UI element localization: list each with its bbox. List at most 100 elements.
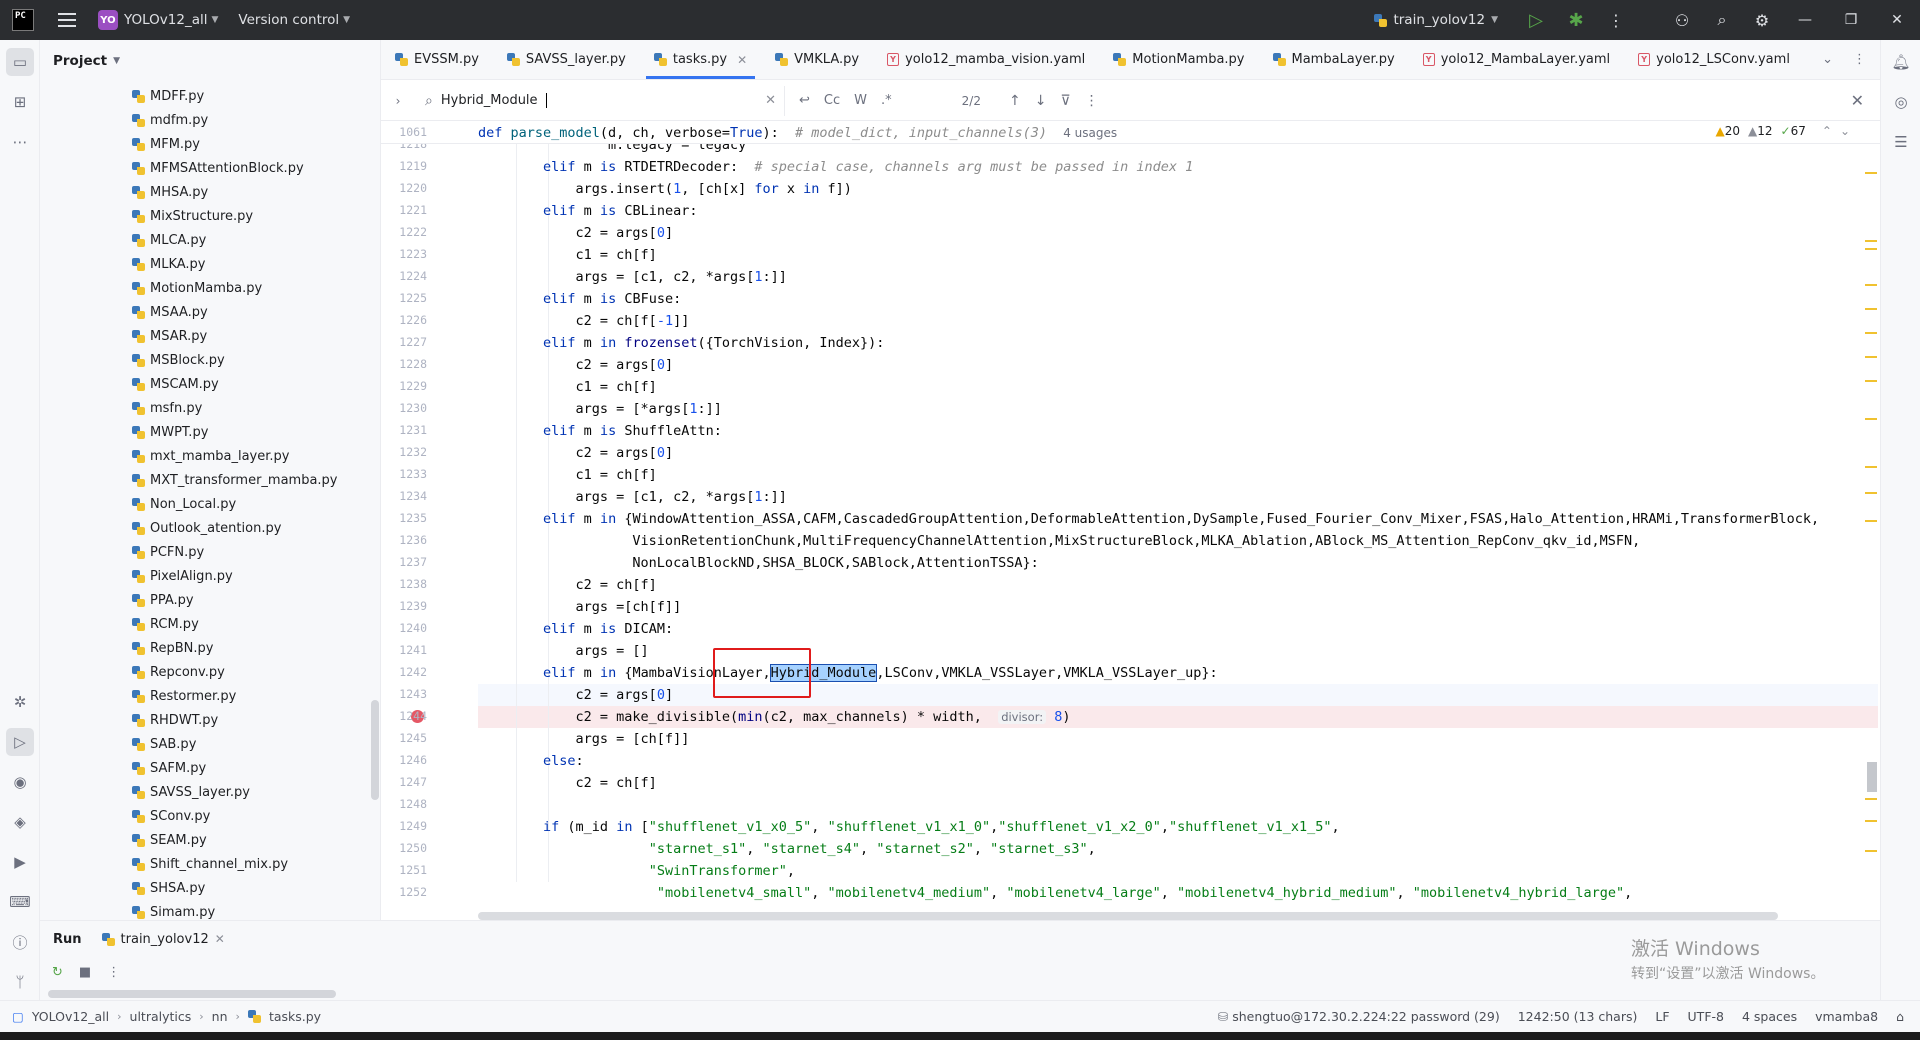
editor-tab[interactable]: VMKLA.py	[761, 40, 873, 79]
editor-tab[interactable]: Yyolo12_MambaLayer.yaml	[1409, 40, 1624, 79]
chevron-down-icon[interactable]: ⌄	[1840, 124, 1850, 138]
editor-tab[interactable]: tasks.py ✕	[640, 40, 761, 79]
error-stripe-mark[interactable]	[1865, 284, 1877, 286]
run-tab[interactable]: train_yolov12 ✕	[101, 932, 225, 947]
file-tree-item[interactable]: RHDWT.py	[40, 708, 370, 732]
error-stripe-mark[interactable]	[1865, 332, 1877, 334]
project-folder-icon[interactable]: ▭	[6, 48, 34, 76]
code-line[interactable]: c1 = ch[f]	[478, 376, 657, 398]
file-tree-item[interactable]: MXT_transformer_mamba.py	[40, 468, 370, 492]
code-line[interactable]: args = [*args[1:]]	[478, 398, 722, 420]
code-line[interactable]: args = []	[478, 640, 649, 662]
code-line[interactable]: elif m in frozenset({TorchVision, Index}…	[478, 332, 884, 354]
file-tree-item[interactable]: SAVSS_layer.py	[40, 780, 370, 804]
indent-setting[interactable]: 4 spaces	[1742, 1009, 1797, 1024]
code-line[interactable]: c2 = args[0]	[478, 442, 674, 464]
code-line[interactable]: elif m is CBFuse:	[478, 288, 681, 310]
regex-toggle[interactable]: .*	[881, 93, 892, 108]
code-line[interactable]: elif m is ShuffleAttn:	[478, 420, 722, 442]
terminal-icon[interactable]: ⌨	[6, 888, 34, 916]
breadcrumb-item[interactable]: YOLOv12_all	[32, 1009, 109, 1024]
file-tree-item[interactable]: Simam.py	[40, 900, 370, 920]
error-stripe-mark[interactable]	[1865, 248, 1877, 250]
run-panel-icon[interactable]: ▷	[6, 728, 34, 756]
file-tree-item[interactable]: MSBlock.py	[40, 348, 370, 372]
file-tree-item[interactable]: SConv.py	[40, 804, 370, 828]
code-line[interactable]: "mobilenetv4_small", "mobilenetv4_medium…	[478, 882, 1632, 904]
file-tree-item[interactable]: MFMSAttentionBlock.py	[40, 156, 370, 180]
file-tree-item[interactable]: MSAA.py	[40, 300, 370, 324]
services-icon[interactable]: ▶	[6, 848, 34, 876]
file-tree-item[interactable]: Shift_channel_mix.py	[40, 852, 370, 876]
code-line[interactable]: c1 = ch[f]	[478, 244, 657, 266]
code-line[interactable]: c2 = args[0]	[478, 222, 674, 244]
project-panel-header[interactable]: Project ▼	[40, 40, 380, 82]
chevron-up-icon[interactable]: ⌃	[1822, 124, 1832, 138]
code-line[interactable]: "starnet_s1", "starnet_s4", "starnet_s2"…	[478, 838, 1096, 860]
project-switcher[interactable]: YOLOv12_all ▼	[124, 12, 218, 28]
error-stripe-mark[interactable]	[1865, 172, 1877, 174]
code-line[interactable]: args = [c1, c2, *args[1:]]	[478, 486, 787, 508]
editor-tab[interactable]: Yyolo12_mamba_vision.yaml	[873, 40, 1099, 79]
file-tree-item[interactable]: Outlook_atention.py	[40, 516, 370, 540]
breadcrumb-item[interactable]: tasks.py	[269, 1009, 321, 1024]
close-window-button[interactable]: ✕	[1874, 0, 1920, 40]
file-tree-item[interactable]: MWPT.py	[40, 420, 370, 444]
run-panel-scrollbar[interactable]	[48, 990, 336, 998]
file-tree-item[interactable]: MFM.py	[40, 132, 370, 156]
file-tree-item[interactable]: PPA.py	[40, 588, 370, 612]
search-input[interactable]: Hybrid_Module	[441, 93, 538, 108]
version-control-menu[interactable]: Version control ▼	[238, 12, 350, 28]
file-tree-item[interactable]: MotionMamba.py	[40, 276, 370, 300]
search-history-icon[interactable]: ⌕	[425, 93, 433, 109]
file-tree-item[interactable]: SHSA.py	[40, 876, 370, 900]
main-menu-icon[interactable]	[58, 13, 76, 27]
code-line[interactable]: VisionRetentionChunk,MultiFrequencyChann…	[478, 530, 1640, 552]
stop-icon[interactable]: ■	[79, 965, 91, 980]
code-line[interactable]: args.insert(1, [ch[x] for x in f])	[478, 178, 852, 200]
error-stripe-mark[interactable]	[1865, 240, 1877, 242]
error-stripe-mark[interactable]	[1865, 520, 1877, 522]
code-line[interactable]: elif m in {MambaVisionLayer,Hybrid_Modul…	[478, 662, 1218, 684]
search-icon[interactable]: ⌕	[1702, 0, 1742, 40]
restore-button[interactable]: ❐	[1828, 0, 1874, 40]
file-tree-item[interactable]: Non_Local.py	[40, 492, 370, 516]
close-icon[interactable]: ✕	[215, 932, 225, 946]
error-stripe-mark[interactable]	[1865, 380, 1877, 382]
minimize-button[interactable]: —	[1782, 0, 1828, 40]
file-tree-item[interactable]: SAB.py	[40, 732, 370, 756]
database-icon[interactable]: ☰	[1887, 128, 1915, 156]
file-tree-item[interactable]: PixelAlign.py	[40, 564, 370, 588]
words-toggle[interactable]: W	[854, 93, 867, 108]
editor-tab[interactable]: MambaLayer.py	[1259, 40, 1409, 79]
code-line[interactable]: c2 = ch[f]	[478, 772, 657, 794]
file-tree-item[interactable]: Repconv.py	[40, 660, 370, 684]
settings-gear-icon[interactable]: ⚙	[1742, 0, 1782, 40]
clear-search-icon[interactable]: ✕	[765, 93, 776, 108]
debug-bug-icon[interactable]: ✲	[6, 688, 34, 716]
more-tools-icon[interactable]: ⋯	[6, 128, 34, 156]
code-line[interactable]: if (m_id in ["shufflenet_v1_x0_5", "shuf…	[478, 816, 1340, 838]
ai-assistant-icon[interactable]: ◎	[1887, 88, 1915, 116]
more-options-icon[interactable]: ⋮	[1085, 93, 1099, 109]
file-tree-item[interactable]: PCFN.py	[40, 540, 370, 564]
editor-tab[interactable]: Yyolo12_LSConv.yaml	[1624, 40, 1804, 79]
more-actions-icon[interactable]: ⋮	[1596, 0, 1636, 40]
rerun-icon[interactable]: ↻	[52, 965, 63, 980]
python-interpreter[interactable]: vmamba8	[1815, 1009, 1878, 1024]
file-tree-item[interactable]: msfn.py	[40, 396, 370, 420]
run-configuration-selector[interactable]: train_yolov12 ▼	[1374, 12, 1498, 28]
editor-scrollbar-thumb[interactable]	[1867, 762, 1877, 792]
git-icon[interactable]: ᛘ	[6, 968, 34, 996]
file-tree-item[interactable]: MSAR.py	[40, 324, 370, 348]
breadcrumb-item[interactable]: nn	[212, 1009, 228, 1024]
editor-tab[interactable]: EVSSM.py	[381, 40, 493, 79]
code-line[interactable]: c2 = ch[f[-1]]	[478, 310, 690, 332]
run-icon[interactable]: ▷	[1516, 0, 1556, 40]
code-editor[interactable]: 1061 def parse_model(d, ch, verbose=True…	[381, 122, 1880, 920]
close-find-icon[interactable]: ✕	[1851, 91, 1864, 110]
code-line[interactable]: elif m is DICAM:	[478, 618, 673, 640]
expand-replace-icon[interactable]: ›	[381, 94, 415, 108]
file-tree-item[interactable]: RepBN.py	[40, 636, 370, 660]
file-tree-item[interactable]: MixStructure.py	[40, 204, 370, 228]
